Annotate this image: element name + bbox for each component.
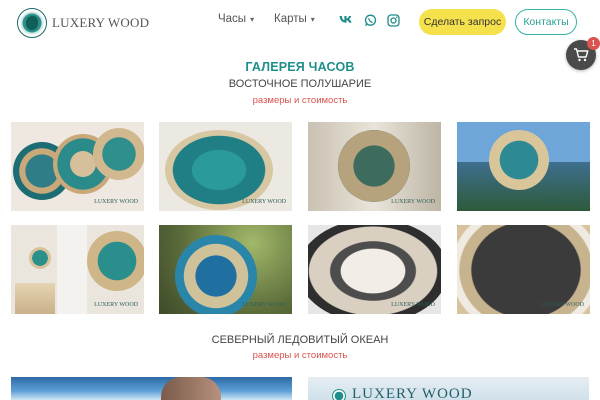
gallery-photo[interactable]: LUXERY WOOD	[11, 225, 144, 314]
vk-icon[interactable]	[339, 13, 353, 27]
site-header: LUXERY WOOD Часы ▾ Карты ▾ Сделать запро…	[0, 0, 600, 45]
sizes-prices-link[interactable]: размеры и стоимость	[0, 350, 600, 361]
sizes-prices-link[interactable]: размеры и стоимость	[0, 95, 600, 106]
logo[interactable]: LUXERY WOOD	[17, 8, 149, 38]
watermark: LUXERY WOOD	[242, 302, 286, 308]
gallery-photo[interactable]: LUXERY WOOD	[159, 122, 292, 211]
watermark: LUXERY WOOD	[540, 199, 584, 205]
cart-count-badge: 1	[587, 37, 600, 50]
logo-text: LUXERY WOOD	[52, 15, 150, 30]
watermark: LUXERY WOOD	[540, 302, 584, 308]
globe-logo-icon	[17, 8, 47, 38]
watermark: LUXERY WOOD	[391, 302, 435, 308]
section-subtitle: СЕВЕРНЫЙ ЛЕДОВИТЫЙ ОКЕАН	[211, 334, 389, 346]
instagram-icon[interactable]	[386, 13, 400, 27]
chevron-down-icon: ▾	[250, 14, 255, 24]
gallery-photo[interactable]: LUXERY WOOD	[308, 225, 441, 314]
contacts-button[interactable]: Контакты	[515, 9, 577, 35]
nav-clocks[interactable]: Часы ▾	[218, 13, 254, 25]
watermark: LUXERY WOOD	[94, 199, 138, 205]
nav-maps-label: Карты	[274, 13, 307, 25]
gallery-photo[interactable]: LUXERY WOOD	[457, 225, 590, 314]
nav-maps[interactable]: Карты ▾	[274, 13, 315, 25]
gallery-photo[interactable]: LUXERY WOOD	[308, 122, 441, 211]
gallery-photo[interactable]: LUXERY WOOD	[159, 225, 292, 314]
chevron-down-icon: ▾	[310, 14, 315, 24]
gallery-photo[interactable]	[11, 377, 292, 400]
page-title: ГАЛЕРЕЯ ЧАСОВ	[245, 60, 355, 74]
gallery-photo[interactable]: LUXERY WOOD	[11, 122, 144, 211]
nav-clocks-label: Часы	[218, 13, 247, 25]
watermark: LUXERY WOOD	[391, 199, 435, 205]
request-button[interactable]: Сделать запрос	[419, 9, 506, 35]
watermark: LUXERY WOOD	[352, 386, 473, 400]
watermark: LUXERY WOOD	[242, 199, 286, 205]
watermark: LUXERY WOOD	[94, 302, 138, 308]
section-subtitle: ВОСТОЧНОЕ ПОЛУШАРИЕ	[228, 78, 372, 90]
gallery-photo[interactable]: LUXERY WOOD	[457, 122, 590, 211]
whatsapp-icon[interactable]	[363, 13, 377, 27]
gallery-photo[interactable]: LUXERY WOOD	[308, 377, 589, 400]
